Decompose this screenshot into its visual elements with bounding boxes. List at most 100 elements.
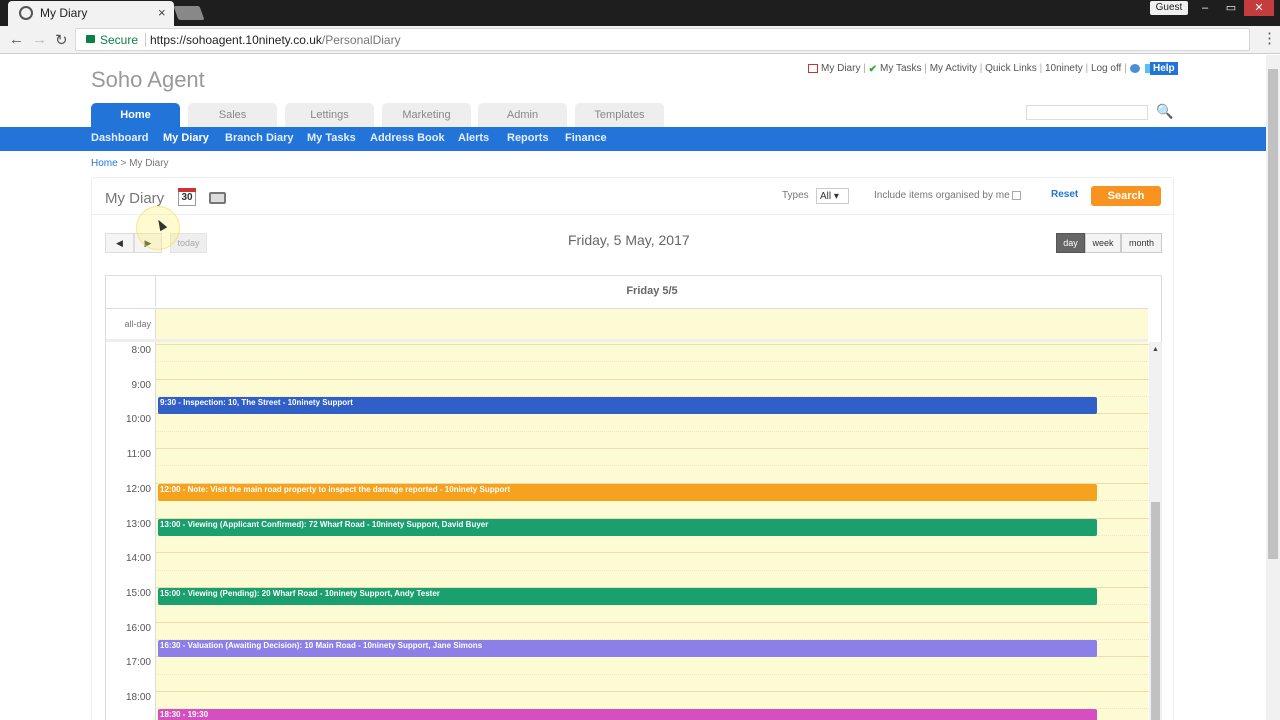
- profile-button[interactable]: Guest: [1150, 1, 1188, 15]
- close-window-button[interactable]: ✕: [1244, 0, 1274, 16]
- half-hour-line: [156, 673, 1149, 675]
- address-bar[interactable]: Secure https://sohoagent.10ninety.co.uk/…: [75, 28, 1250, 51]
- globe-icon[interactable]: [1129, 63, 1140, 73]
- allday-slot[interactable]: [155, 308, 1148, 339]
- reload-icon[interactable]: ↻: [55, 31, 68, 49]
- prev-button[interactable]: ◀: [105, 233, 134, 253]
- page-scroll-thumb[interactable]: [1268, 69, 1278, 559]
- hour-line: [156, 378, 1149, 380]
- hour-line: [156, 448, 1149, 450]
- half-hour-line: [156, 465, 1149, 467]
- breadcrumb-home[interactable]: Home: [91, 158, 118, 169]
- print-icon[interactable]: [209, 192, 226, 204]
- browser-tabstrip: My Diary × Guest – ▭ ✕: [0, 0, 1280, 26]
- grid-scrollbar[interactable]: ▲: [1149, 342, 1162, 720]
- url-path: /PersonalDiary: [321, 33, 401, 47]
- reset-link[interactable]: Reset: [1051, 189, 1078, 200]
- browser-menu-icon[interactable]: ⋮: [1262, 29, 1277, 47]
- calendar-event[interactable]: 13:00 - Viewing (Applicant Confirmed): 7…: [158, 518, 1097, 536]
- tab-lettings[interactable]: Lettings: [285, 103, 374, 128]
- calendar-event[interactable]: 16:30 - Valuation (Awaiting Decision): 1…: [158, 639, 1097, 657]
- site-logo[interactable]: Soho Agent: [91, 67, 205, 93]
- half-hour-line: [156, 361, 1149, 363]
- time-grid: 9:30 - Inspection: 10, The Street - 10ni…: [106, 342, 1149, 720]
- day-column[interactable]: 9:30 - Inspection: 10, The Street - 10ni…: [155, 342, 1149, 720]
- scroll-up-icon[interactable]: ▲: [1152, 346, 1159, 353]
- subnav-finance[interactable]: Finance: [565, 132, 607, 144]
- search-icon[interactable]: 🔍: [1156, 103, 1173, 120]
- link-quick-links[interactable]: Quick Links: [985, 63, 1037, 74]
- page-title: My Diary: [105, 190, 165, 207]
- page-scrollbar[interactable]: [1266, 55, 1280, 720]
- tab-templates[interactable]: Templates: [575, 103, 664, 128]
- subnav-reports[interactable]: Reports: [507, 132, 549, 144]
- subnav-my-tasks[interactable]: My Tasks: [307, 132, 356, 144]
- link-my-diary[interactable]: My Diary: [821, 63, 860, 74]
- allday-label: all-day: [106, 308, 155, 339]
- maximize-button[interactable]: ▭: [1218, 0, 1244, 16]
- hour-label: 14:00: [125, 553, 151, 565]
- hour-label: 11:00: [126, 449, 151, 461]
- help-button[interactable]: Help: [1150, 62, 1178, 75]
- diary-icon: [808, 63, 818, 73]
- subnav-address-book[interactable]: Address Book: [370, 132, 445, 144]
- hour-line: [156, 691, 1149, 692]
- forward-icon[interactable]: →: [32, 31, 47, 48]
- hour-label: 12:00: [125, 483, 151, 495]
- breadcrumb-current: My Diary: [129, 158, 169, 169]
- day-header: Friday 5/5: [155, 276, 1148, 307]
- subnav-branch-diary[interactable]: Branch Diary: [225, 132, 293, 144]
- web-page: Soho Agent My Diary | ✔ My Tasks | My Act…: [0, 55, 1266, 720]
- diary-panel: My Diary 30 Types All ▾ Include items or…: [91, 177, 1174, 720]
- calendar-icon[interactable]: 30: [178, 188, 196, 206]
- subnav-dashboard[interactable]: Dashboard: [91, 132, 148, 144]
- hour-label: 9:00: [131, 379, 151, 391]
- tab-home[interactable]: Home: [91, 103, 180, 128]
- new-tab-button[interactable]: [173, 6, 205, 20]
- include-checkbox[interactable]: [1012, 191, 1021, 200]
- favicon-icon: [19, 6, 33, 20]
- site-search-input[interactable]: [1026, 105, 1148, 120]
- lock-icon: [86, 35, 95, 43]
- hour-label: 15:00: [125, 587, 151, 599]
- back-icon[interactable]: ←: [9, 31, 24, 48]
- tab-admin[interactable]: Admin: [478, 103, 567, 128]
- subnav-alerts[interactable]: Alerts: [458, 132, 489, 144]
- include-label: Include items organised by me: [874, 190, 1010, 201]
- tab-close-icon[interactable]: ×: [158, 5, 166, 20]
- types-select[interactable]: All ▾: [816, 188, 849, 204]
- breadcrumb-sep: >: [120, 158, 127, 169]
- link-my-tasks[interactable]: My Tasks: [880, 63, 922, 74]
- link-10ninety[interactable]: 10ninety: [1045, 63, 1083, 74]
- search-button[interactable]: Search: [1091, 186, 1161, 206]
- hour-line: [156, 552, 1149, 554]
- date-title: Friday, 5 May, 2017: [568, 232, 690, 248]
- hour-label: 10:00: [125, 414, 151, 426]
- tab-title: My Diary: [40, 6, 88, 20]
- panel-divider: [92, 214, 1173, 215]
- sub-nav: Dashboard My Diary Branch Diary My Tasks…: [0, 127, 1266, 151]
- tab-sales[interactable]: Sales: [188, 103, 277, 128]
- link-my-activity[interactable]: My Activity: [930, 63, 977, 74]
- browser-tab[interactable]: My Diary ×: [8, 1, 174, 26]
- url-separator: [145, 33, 146, 47]
- calendar-event[interactable]: 18:30 - 19:30: [158, 709, 1097, 720]
- minimize-button[interactable]: –: [1192, 0, 1218, 16]
- calendar-event[interactable]: 15:00 - Viewing (Pending): 20 Wharf Road…: [158, 587, 1097, 605]
- calendar-event[interactable]: 12:00 - Note: Visit the main road proper…: [158, 483, 1097, 501]
- view-week-button[interactable]: week: [1085, 233, 1121, 253]
- subnav-my-diary[interactable]: My Diary: [163, 132, 209, 144]
- url-text: https://sohoagent.10ninety.co.uk/Persona…: [150, 33, 401, 47]
- hour-label: 8:00: [131, 345, 151, 356]
- half-hour-line: [156, 430, 1149, 432]
- calendar-event[interactable]: 9:30 - Inspection: 10, The Street - 10ni…: [158, 397, 1097, 415]
- hour-label: 17:00: [125, 657, 151, 669]
- view-month-button[interactable]: month: [1121, 233, 1162, 253]
- grid-scroll-thumb[interactable]: [1151, 502, 1160, 720]
- types-label: Types: [782, 190, 809, 201]
- view-day-button[interactable]: day: [1056, 233, 1085, 253]
- url-base: https://sohoagent.10ninety.co.uk: [150, 33, 322, 47]
- hour-label: 16:00: [125, 622, 151, 634]
- tab-marketing[interactable]: Marketing: [382, 103, 471, 128]
- link-log-off[interactable]: Log off: [1091, 63, 1121, 74]
